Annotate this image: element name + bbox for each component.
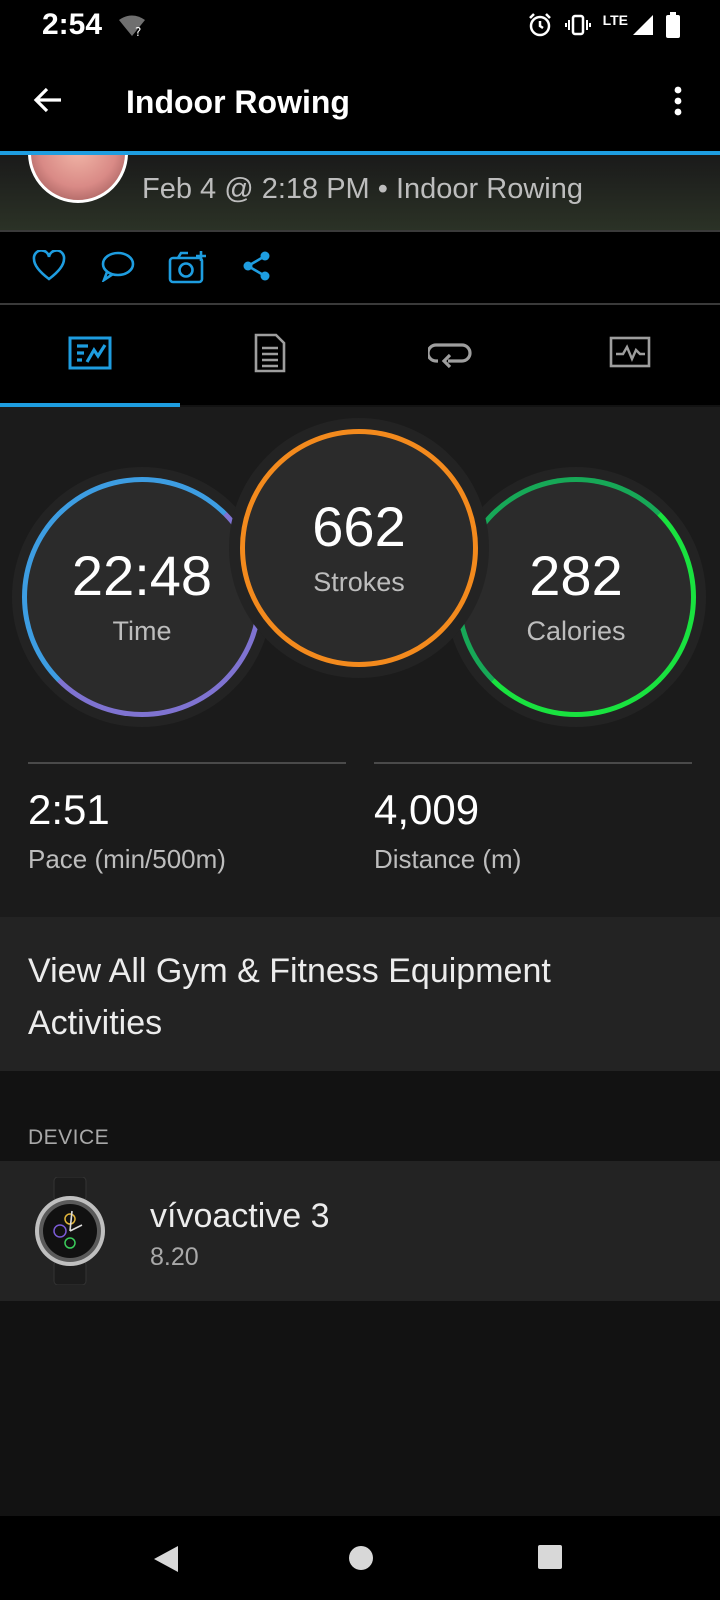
like-heart-icon[interactable] xyxy=(32,249,66,287)
comment-icon[interactable] xyxy=(100,250,136,287)
activity-subtitle: Feb 4 @ 2:18 PM • Indoor Rowing xyxy=(142,173,583,205)
vibrate-icon xyxy=(564,13,591,42)
distance-metric: 4,009 Distance (m) xyxy=(374,762,692,875)
distance-value: 4,009 xyxy=(374,786,480,833)
stats-icon xyxy=(68,336,112,375)
pace-value: 2:51 xyxy=(28,786,110,833)
chart-icon xyxy=(609,336,651,375)
network-type-label: LTE xyxy=(602,11,628,28)
alarm-icon xyxy=(527,12,553,43)
distance-label: Distance (m) xyxy=(374,844,522,874)
device-row[interactable]: vívoactive 3 8.20 xyxy=(0,1161,720,1301)
activity-header: Feb 4 @ 2:18 PM • Indoor Rowing xyxy=(0,155,720,230)
pace-metric: 2:51 Pace (min/500m) xyxy=(28,762,346,875)
device-section-label: DEVICE xyxy=(28,1126,110,1149)
page-title: Indoor Rowing xyxy=(126,84,350,120)
battery-icon xyxy=(666,12,680,43)
wifi-icon: ? xyxy=(118,14,146,43)
calories-value: 282 xyxy=(529,543,623,607)
time-label: Time xyxy=(112,615,172,646)
share-icon[interactable] xyxy=(242,250,272,287)
pace-label: Pace (min/500m) xyxy=(28,844,226,874)
stats-panel: 22:48 Time 282 Calories 662 Strokes 2:51… xyxy=(0,407,720,917)
device-version: 8.20 xyxy=(150,1243,199,1271)
avatar[interactable] xyxy=(28,155,128,203)
calories-ring: 282 Calories xyxy=(456,477,696,717)
status-time: 2:54 xyxy=(42,8,103,41)
more-options-icon[interactable] xyxy=(674,86,682,121)
tab-laps[interactable] xyxy=(360,305,540,405)
add-photo-icon[interactable] xyxy=(168,250,208,289)
time-value: 22:48 xyxy=(71,543,213,607)
status-icons: LTE xyxy=(527,12,680,43)
time-ring: 22:48 Time xyxy=(22,477,262,717)
laps-icon xyxy=(426,336,472,375)
view-all-activities-button[interactable]: View All Gym & Fitness Equipment Activit… xyxy=(0,917,720,1071)
app-bar: Indoor Rowing xyxy=(0,52,720,152)
view-all-label: View All Gym & Fitness Equipment Activit… xyxy=(28,952,551,1042)
nav-back-icon[interactable] xyxy=(152,1544,180,1579)
svg-text:?: ? xyxy=(135,25,141,38)
calories-label: Calories xyxy=(526,615,626,646)
nav-recents-icon[interactable] xyxy=(537,1544,563,1575)
social-actions-bar xyxy=(0,232,720,304)
tab-details[interactable] xyxy=(180,305,360,405)
strokes-value: 662 xyxy=(312,494,406,558)
activity-tabs xyxy=(0,305,720,407)
strokes-label: Strokes xyxy=(313,566,405,597)
system-nav-bar xyxy=(0,1516,720,1600)
details-icon xyxy=(254,333,286,378)
tab-stats[interactable] xyxy=(0,305,180,407)
back-arrow-icon[interactable] xyxy=(32,84,64,121)
strokes-ring: 662 Strokes xyxy=(240,429,478,667)
device-name: vívoactive 3 xyxy=(150,1197,330,1235)
nav-home-icon[interactable] xyxy=(347,1544,375,1577)
signal-icon xyxy=(632,14,654,41)
tab-charts[interactable] xyxy=(540,305,720,405)
status-bar: 2:54 ? LTE xyxy=(0,0,720,52)
watch-icon xyxy=(34,1176,106,1286)
